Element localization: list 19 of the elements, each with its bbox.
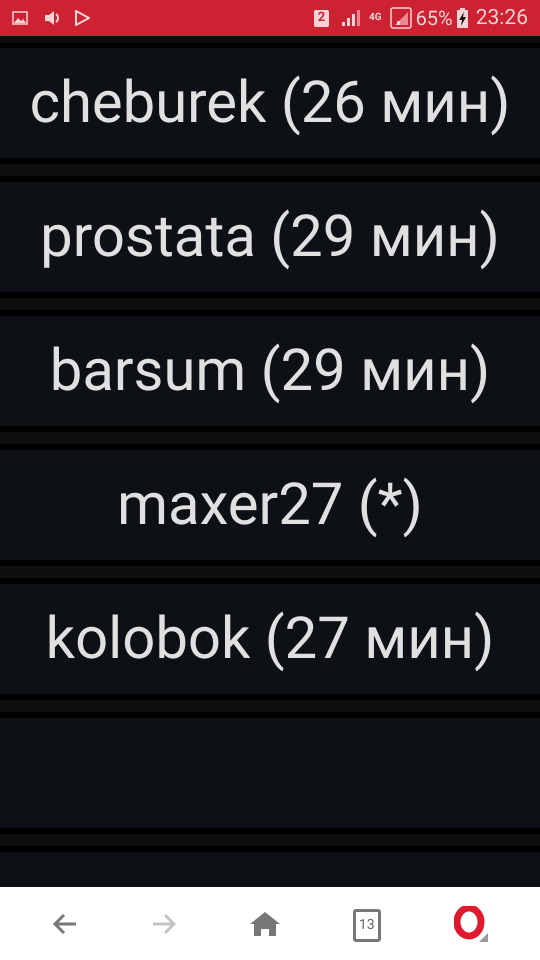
battery-percent: 65% bbox=[416, 8, 453, 28]
image-icon bbox=[12, 10, 28, 26]
list-item[interactable]: prostata (29 мин) bbox=[0, 182, 540, 292]
list-item[interactable]: cheburek (26 мин) bbox=[0, 48, 540, 158]
sim-badge: 2 bbox=[314, 10, 329, 26]
list-item[interactable]: barsum (29 мин) bbox=[0, 316, 540, 426]
clock: 23:26 bbox=[476, 8, 528, 28]
battery-charging-icon bbox=[456, 8, 468, 28]
home-icon[interactable] bbox=[250, 910, 280, 936]
signal-icon bbox=[341, 9, 361, 27]
play-store-icon bbox=[74, 10, 90, 26]
signal-box-icon bbox=[390, 7, 412, 29]
menu-logo-icon[interactable] bbox=[454, 906, 488, 942]
network-type: 4G bbox=[369, 13, 382, 23]
tabs-button[interactable]: 13 bbox=[352, 909, 381, 942]
list-item[interactable]: kolobok (27 мин) bbox=[0, 584, 540, 694]
speaker-icon bbox=[44, 10, 62, 26]
list-item[interactable]: maxer27 (*) bbox=[0, 450, 540, 560]
back-icon[interactable] bbox=[52, 912, 78, 936]
